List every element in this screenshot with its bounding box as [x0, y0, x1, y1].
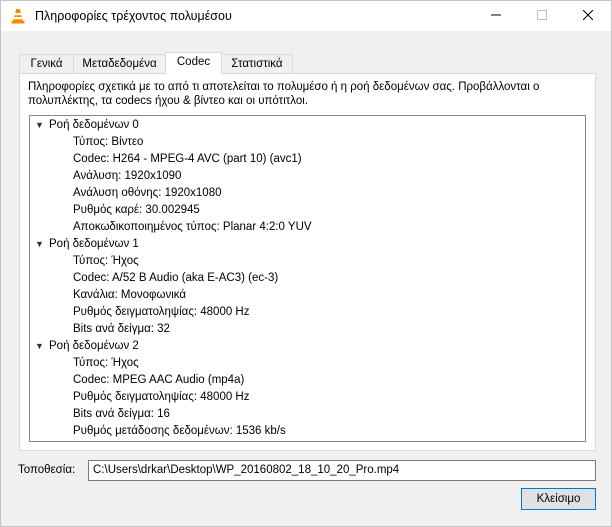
minimize-icon	[491, 9, 501, 23]
tree-leaf[interactable]: Ρυθμός μετάδοσης δεδομένων: 1536 kb/s	[73, 423, 286, 440]
tab-statistics[interactable]: Στατιστικά	[221, 54, 293, 73]
close-button[interactable]: Κλείσιμο	[521, 488, 596, 510]
close-icon	[582, 9, 594, 23]
vlc-cone-icon	[10, 8, 26, 24]
tab-metadata[interactable]: Μεταδεδομένα	[73, 54, 166, 73]
minimize-button[interactable]	[473, 1, 519, 31]
tree-leaf[interactable]: Τύπος: Βίντεο	[73, 134, 143, 151]
expand-caret-icon[interactable]: ▼	[35, 236, 49, 253]
expand-caret-icon[interactable]: ▼	[35, 117, 49, 134]
tree-leaf[interactable]: Bits ανά δείγμα: 16	[73, 406, 170, 423]
close-window-button[interactable]	[565, 1, 611, 31]
tree-leaf[interactable]: Κανάλια: Μονοφωνικά	[73, 287, 186, 304]
tree-leaf[interactable]: Ρυθμός δειγματοληψίας: 48000 Hz	[73, 304, 250, 321]
location-field[interactable]: C:\Users\drkar\Desktop\WP_20160802_18_10…	[88, 460, 596, 481]
media-info-window: Πληροφορίες τρέχοντος πολυμέσου Γενικά Μ…	[0, 0, 612, 527]
tree-leaf[interactable]: Αποκωδικοποιημένος τύπος: Planar 4:2:0 Y…	[73, 219, 312, 236]
maximize-icon	[537, 9, 547, 23]
tree-node-stream-2[interactable]: ▼ Ροή δεδομένων 2	[35, 338, 139, 355]
streams-tree[interactable]: ▼ Ροή δεδομένων 0 Τύπος: Βίντεο Codec: H2…	[29, 115, 586, 442]
location-label: Τοποθεσία:	[18, 464, 76, 476]
tree-leaf[interactable]: Ρυθμός καρέ: 30.002945	[73, 202, 200, 219]
tree-leaf[interactable]: Codec: MPEG AAC Audio (mp4a)	[73, 372, 244, 389]
tree-leaf[interactable]: Ανάλυση οθόνης: 1920x1080	[73, 185, 222, 202]
tree-leaf[interactable]: Ανάλυση: 1920x1090	[73, 168, 181, 185]
tree-leaf[interactable]: Bits ανά δείγμα: 32	[73, 321, 170, 338]
window-title: Πληροφορίες τρέχοντος πολυμέσου	[35, 9, 232, 23]
tree-node-stream-1[interactable]: ▼ Ροή δεδομένων 1	[35, 236, 139, 253]
tab-codec[interactable]: Codec	[165, 52, 222, 74]
tree-leaf[interactable]: Codec: H264 - MPEG-4 AVC (part 10) (avc1…	[73, 151, 302, 168]
codec-description: Πληροφορίες σχετικά με το από τι αποτελε…	[28, 81, 540, 107]
title-bar[interactable]: Πληροφορίες τρέχοντος πολυμέσου	[1, 1, 611, 31]
tree-leaf[interactable]: Ρυθμός δειγματοληψίας: 48000 Hz	[73, 389, 250, 406]
expand-caret-icon[interactable]: ▼	[35, 338, 49, 355]
tab-general[interactable]: Γενικά	[19, 54, 74, 73]
tree-leaf[interactable]: Τύπος: Ήχος	[73, 253, 139, 270]
maximize-button[interactable]	[519, 1, 565, 31]
tree-leaf[interactable]: Codec: A/52 B Audio (aka E-AC3) (ec-3)	[73, 270, 278, 287]
tree-leaf[interactable]: Τύπος: Ήχος	[73, 355, 139, 372]
tree-node-stream-0[interactable]: ▼ Ροή δεδομένων 0	[35, 117, 139, 134]
codec-panel: Πληροφορίες σχετικά με το από τι αποτελε…	[19, 73, 596, 451]
